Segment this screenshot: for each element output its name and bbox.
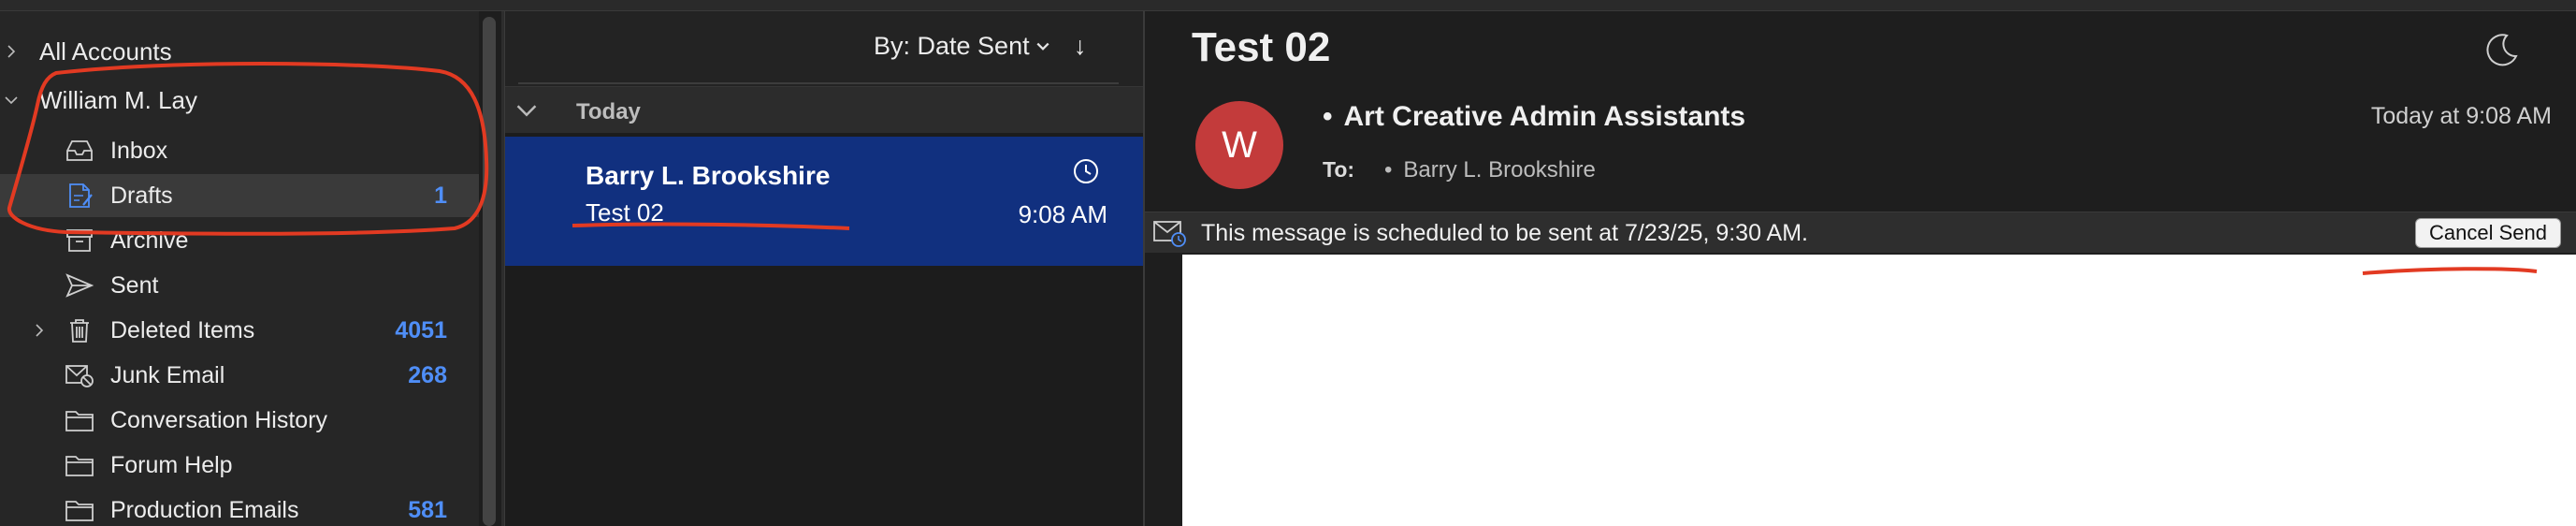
sidebar-item-junk-email[interactable]: Junk Email 268 — [0, 354, 479, 397]
unread-count: 268 — [408, 361, 447, 388]
sidebar-item-label: All Accounts — [39, 37, 172, 66]
sender-name[interactable]: • Art Creative Admin Assistants — [1323, 101, 1745, 133]
scheduled-send-banner: This message is scheduled to be sent at … — [1145, 212, 2576, 253]
cancel-send-button[interactable]: Cancel Send — [2415, 218, 2561, 248]
archive-icon — [64, 226, 95, 255]
group-label: Today — [576, 99, 641, 124]
body-margin — [1145, 253, 1182, 526]
chevron-down-icon[interactable] — [0, 89, 22, 111]
chevron-right-icon[interactable] — [0, 40, 22, 63]
sidebar-item-production-emails[interactable]: Production Emails 581 — [0, 489, 479, 526]
message-list: By: Date Sent ↓ Today Barry L. Brookshir… — [505, 11, 1143, 526]
avatar-initial: W — [1222, 124, 1257, 166]
sidebar-item-label: Inbox — [110, 137, 168, 164]
moon-icon[interactable] — [2482, 32, 2520, 69]
message-item[interactable]: Barry L. Brookshire Test 02 9:08 AM — [505, 137, 1143, 266]
sidebar-item-all-accounts[interactable]: All Accounts — [0, 30, 479, 73]
sidebar-item-label: Drafts — [110, 182, 173, 209]
sidebar-item-drafts[interactable]: Drafts 1 — [0, 174, 479, 217]
scheduled-mail-icon — [1153, 221, 1186, 247]
send-icon — [64, 271, 95, 300]
sidebar-account-row[interactable]: William M. Lay — [0, 79, 479, 122]
message-subject: Test 02 — [586, 198, 664, 226]
sidebar-item-forum-help[interactable]: Forum Help — [0, 444, 479, 487]
avatar: W — [1195, 101, 1283, 189]
folder-icon — [64, 496, 95, 524]
chevron-down-icon — [1036, 42, 1049, 51]
bullet: • — [1323, 101, 1333, 132]
sort-direction-button[interactable]: ↓ — [1074, 32, 1087, 61]
bullet: • — [1384, 157, 1393, 183]
unread-count: 1 — [434, 182, 447, 209]
folder-icon — [64, 451, 95, 479]
recipient[interactable]: • Barry L. Brookshire — [1384, 157, 1596, 183]
group-header-today[interactable]: Today — [505, 86, 1143, 133]
sender-name-text: Art Creative Admin Assistants — [1343, 101, 1746, 132]
divider — [518, 82, 1119, 84]
sidebar-item-label: Production Emails — [110, 496, 299, 523]
banner-text: This message is scheduled to be sent at … — [1201, 220, 1808, 246]
sidebar-item-label: Deleted Items — [110, 316, 255, 343]
chevron-down-icon[interactable] — [516, 100, 537, 121]
window-top-strip — [0, 0, 2576, 11]
message-subject-heading: Test 02 — [1192, 24, 1331, 70]
trash-icon — [64, 316, 95, 344]
sidebar-item-label: Junk Email — [110, 361, 225, 388]
sort-dropdown[interactable]: By: Date Sent — [874, 32, 1050, 61]
sort-label: By: Date Sent — [874, 32, 1030, 60]
unread-count: 4051 — [395, 316, 447, 343]
drafts-icon — [64, 182, 95, 210]
sidebar-item-deleted-items[interactable]: Deleted Items 4051 — [0, 309, 479, 352]
inbox-icon — [64, 137, 95, 165]
message-date: Today at 9:08 AM — [2370, 103, 2552, 129]
account-name: William M. Lay — [39, 85, 198, 114]
message-sender: Barry L. Brookshire — [586, 161, 831, 190]
sidebar-item-label: Conversation History — [110, 406, 328, 433]
chevron-right-icon[interactable] — [28, 319, 51, 342]
sidebar-scrollbar[interactable] — [483, 17, 496, 526]
sidebar-item-conversation-history[interactable]: Conversation History — [0, 399, 479, 442]
sidebar-item-label: Archive — [110, 226, 189, 254]
message-body[interactable] — [1182, 255, 2576, 526]
unread-count: 581 — [408, 496, 447, 523]
reading-pane: Test 02 W • Art Creative Admin Assistants… — [1145, 11, 2576, 526]
sort-bar: By: Date Sent ↓ — [505, 11, 1143, 86]
sidebar-item-label: Forum Help — [110, 451, 233, 478]
folder-icon — [64, 406, 95, 434]
clock-icon — [1074, 159, 1098, 183]
to-label: To: — [1323, 157, 1355, 182]
message-time: 9:08 AM — [1018, 200, 1107, 228]
folder-sidebar: All Accounts William M. Lay Inbox Drafts… — [0, 11, 479, 526]
sidebar-item-sent[interactable]: Sent — [0, 264, 479, 307]
sidebar-item-inbox[interactable]: Inbox — [0, 129, 479, 172]
recipient-text: Barry L. Brookshire — [1403, 157, 1596, 183]
junk-mail-icon — [64, 361, 95, 389]
sidebar-item-archive[interactable]: Archive — [0, 219, 479, 262]
sidebar-item-label: Sent — [110, 271, 159, 299]
